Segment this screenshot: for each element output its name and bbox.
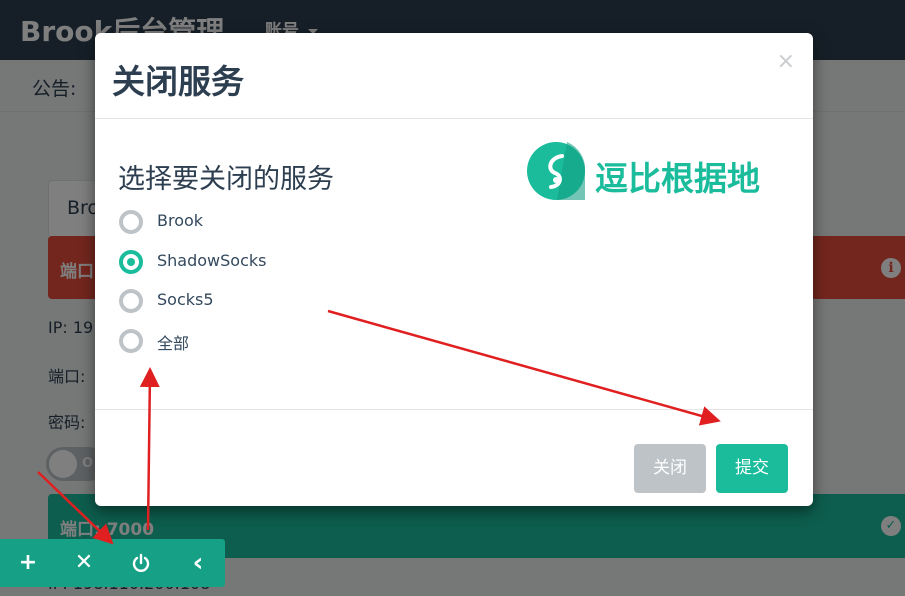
add-icon[interactable]: +: [14, 549, 42, 577]
radio-button[interactable]: [119, 289, 143, 313]
body-heading: 选择要关闭的服务: [118, 164, 334, 195]
radio-button-checked[interactable]: [119, 250, 143, 274]
option-label: 全部: [157, 334, 190, 353]
logo-text: 逗比根据地: [595, 159, 760, 198]
close-icon[interactable]: ×: [777, 49, 795, 74]
modal-body: 选择要关闭的服务 逗比根据地 Brook ShadowSocks Socks5: [95, 119, 813, 410]
radio-button[interactable]: [119, 210, 143, 234]
logo-emblem-icon: [527, 142, 586, 200]
option-label: Brook: [157, 211, 204, 230]
submit-button[interactable]: 提交: [716, 444, 788, 493]
power-icon[interactable]: [127, 549, 155, 577]
chevron-left-icon[interactable]: ‹: [184, 549, 212, 577]
delete-icon[interactable]: ✕: [70, 549, 98, 577]
radio-button[interactable]: [119, 329, 143, 353]
option-label: ShadowSocks: [157, 251, 267, 270]
floating-toolbar: + ✕ ‹: [0, 539, 225, 587]
close-button[interactable]: 关闭: [634, 444, 706, 493]
modal-title: 关闭服务: [112, 62, 244, 101]
close-service-modal: 关闭服务 × 选择要关闭的服务 逗比根据地 Brook ShadowSocks: [95, 33, 813, 506]
modal-header: 关闭服务 ×: [95, 33, 813, 119]
option-label: Socks5: [157, 290, 214, 309]
